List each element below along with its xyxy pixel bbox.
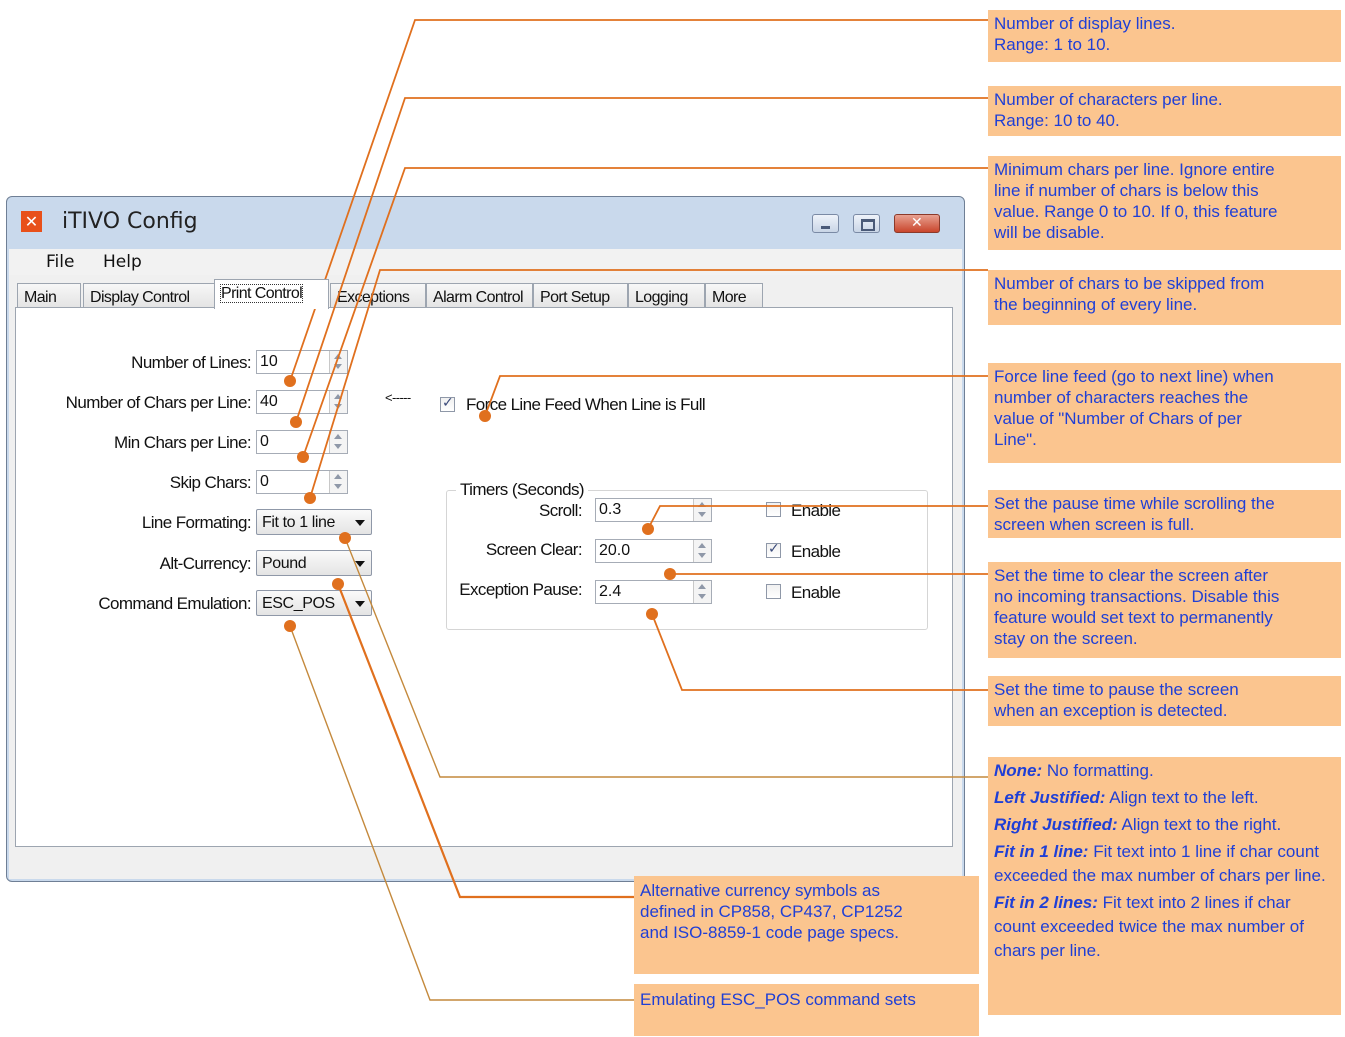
format-item: Right Justified: Align text to the right… (994, 813, 1335, 837)
marker-screen-clear (664, 568, 676, 580)
leader-emulation (289, 625, 634, 1001)
marker-min-chars (297, 451, 309, 463)
note-line: feature would set text to permanently (994, 608, 1273, 627)
note-line: screen when screen is full. (994, 515, 1195, 534)
note-line: Number of chars to be skipped from (994, 274, 1265, 293)
leader-scroll (647, 505, 988, 530)
note-line: defined in CP858, CP437, CP1252 (640, 902, 903, 921)
format-desc: Align text to the left. (1109, 788, 1259, 807)
note-line: will be disable. (994, 223, 1105, 242)
marker-force-feed (479, 410, 491, 422)
note-line: number of characters reaches the (994, 388, 1249, 407)
marker-emulation (284, 620, 296, 632)
note-force-feed: Force line feed (go to next line) when n… (988, 363, 1341, 463)
note-min-chars: Minimum chars per line. Ignore entire li… (988, 156, 1341, 250)
tab-print-control-label: Print Control (219, 284, 304, 303)
leader-lines (289, 19, 988, 382)
marker-currency (332, 578, 344, 590)
note-line: Alternative currency symbols as (640, 881, 880, 900)
note-line: Number of display lines. (994, 14, 1176, 33)
note-skip-chars: Number of chars to be skipped from the b… (988, 270, 1341, 325)
note-line: when an exception is detected. (994, 701, 1228, 720)
note-scroll: Set the pause time while scrolling the s… (988, 490, 1341, 538)
format-item: Left Justified: Align text to the left. (994, 786, 1335, 810)
leader-chars (295, 97, 988, 423)
note-line: Number of characters per line. (994, 90, 1223, 109)
note-line-formats: None: No formatting. Left Justified: Ali… (988, 757, 1341, 1015)
format-item: None: No formatting. (994, 759, 1335, 783)
note-line: Range: 10 to 40. (994, 111, 1120, 130)
note-line: line if number of chars is below this (994, 181, 1259, 200)
note-line: stay on the screen. (994, 629, 1138, 648)
leader-min-chars (302, 167, 988, 458)
note-line: Minimum chars per line. Ignore entire (994, 160, 1275, 179)
tab-print-control[interactable]: Print Control (214, 279, 329, 309)
note-line: no incoming transactions. Disable this (994, 587, 1280, 606)
note-line: Set the time to pause the screen (994, 680, 1239, 699)
leader-skip-chars (309, 269, 988, 499)
note-line: Force line feed (go to next line) when (994, 367, 1274, 386)
note-line: Emulating ESC_POS command sets (640, 990, 916, 1009)
format-desc: No formatting. (1046, 761, 1154, 780)
marker-lines (284, 375, 296, 387)
note-display-lines: Number of display lines. Range: 1 to 10. (988, 10, 1341, 62)
format-term: Fit in 1 line: (994, 842, 1089, 861)
note-line: Range: 1 to 10. (994, 35, 1111, 54)
format-desc: Align text to the right. (1121, 815, 1282, 834)
note-line: Line". (994, 430, 1037, 449)
note-emulation: Emulating ESC_POS command sets (634, 984, 979, 1036)
marker-exception (646, 608, 658, 620)
marker-line-format (339, 532, 351, 544)
format-item: Fit in 2 lines: Fit text into 2 lines if… (994, 891, 1335, 963)
marker-chars (290, 416, 302, 428)
note-screen-clear: Set the time to clear the screen after n… (988, 562, 1341, 658)
note-chars-per-line: Number of characters per line. Range: 10… (988, 86, 1341, 136)
format-term: None: (994, 761, 1043, 780)
leader-force-feed (484, 375, 988, 417)
note-line: Set the time to clear the screen after (994, 566, 1269, 585)
note-alt-currency: Alternative currency symbols as defined … (634, 876, 979, 974)
note-line: and ISO-8859-1 code page specs. (640, 923, 899, 942)
marker-skip-chars (304, 492, 316, 504)
note-line: value. Range 0 to 10. If 0, this feature (994, 202, 1278, 221)
note-line: value of "Number of Chars of per (994, 409, 1242, 428)
note-exception-pause: Set the time to pause the screen when an… (988, 676, 1341, 726)
format-item: Fit in 1 line: Fit text into 1 line if c… (994, 840, 1335, 888)
format-term: Left Justified: (994, 788, 1106, 807)
format-term: Fit in 2 lines: (994, 893, 1098, 912)
format-term: Right Justified: (994, 815, 1118, 834)
note-line: the beginning of every line. (994, 295, 1198, 314)
leader-exception (651, 613, 988, 691)
note-line: Set the pause time while scrolling the (994, 494, 1275, 513)
marker-scroll (642, 523, 654, 535)
